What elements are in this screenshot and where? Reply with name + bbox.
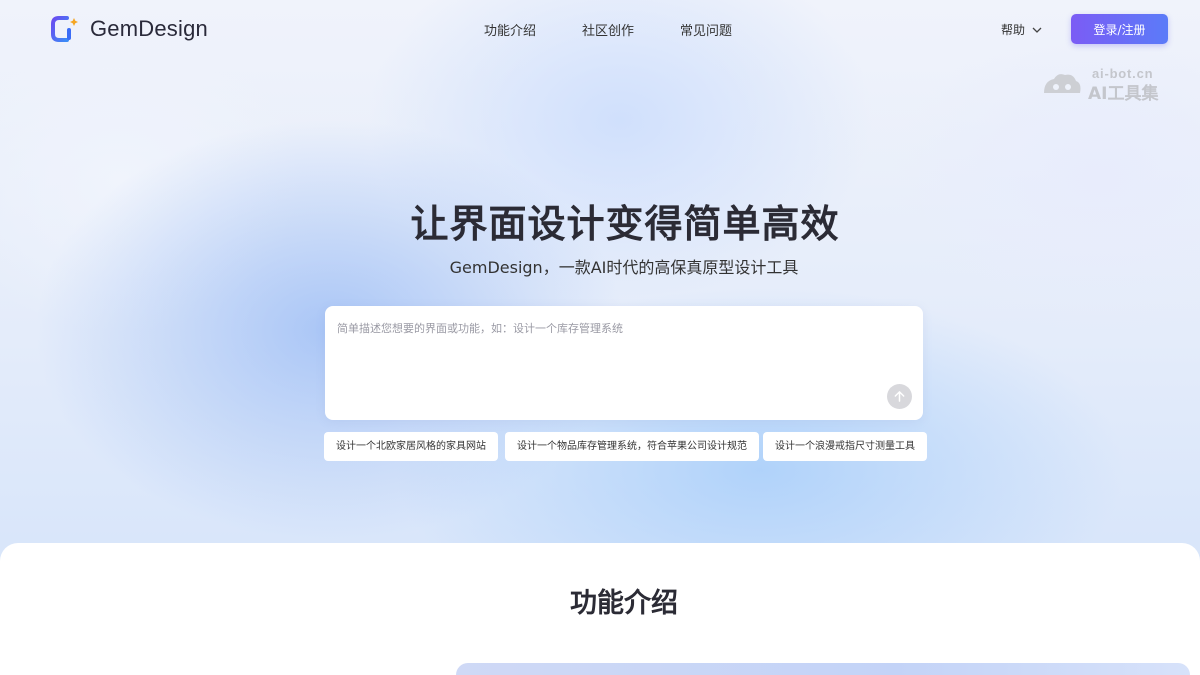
- features-title: 功能介绍: [570, 588, 678, 619]
- main-nav: 功能介绍 社区创作 常见问题: [484, 20, 732, 39]
- nav-item-community[interactable]: 社区创作: [582, 20, 634, 39]
- brand-name: GemDesign: [90, 16, 208, 41]
- arrow-up-icon: [894, 391, 905, 402]
- hero-title: 让界面设计变得简单高效: [410, 202, 840, 246]
- gemdesign-logo-icon: [51, 16, 78, 42]
- chevron-down-icon: [1032, 27, 1042, 33]
- suggestion-chip[interactable]: 设计一个北欧家居风格的家具网站: [324, 432, 498, 461]
- prompt-input[interactable]: [337, 320, 897, 380]
- prompt-box: [325, 306, 923, 420]
- features-section: 功能介绍: [0, 543, 1200, 675]
- nav-item-faq[interactable]: 常见问题: [680, 20, 732, 39]
- help-label: 帮助: [1001, 23, 1026, 37]
- robot-logo-icon: [1044, 74, 1081, 93]
- brand-logo[interactable]: GemDesign: [50, 14, 208, 44]
- send-button[interactable]: [887, 384, 912, 409]
- hero-subtitle: GemDesign，一款AI时代的高保真原型设计工具: [449, 258, 799, 277]
- top-nav-bar: GemDesign 功能介绍 社区创作 常见问题 帮助 登录/注册: [0, 0, 1200, 58]
- watermark: ai-bot.cn AI工具集: [1040, 66, 1175, 104]
- suggestion-chip[interactable]: 设计一个浪漫戒指尺寸测量工具: [763, 432, 927, 461]
- watermark-name: AI工具集: [1088, 84, 1159, 104]
- nav-item-features[interactable]: 功能介绍: [484, 20, 536, 39]
- login-register-button[interactable]: 登录/注册: [1071, 14, 1168, 44]
- feature-preview-card: [456, 663, 1190, 675]
- help-menu[interactable]: 帮助: [1001, 21, 1043, 38]
- suggestion-chip[interactable]: 设计一个物品库存管理系统，符合苹果公司设计规范: [505, 432, 759, 461]
